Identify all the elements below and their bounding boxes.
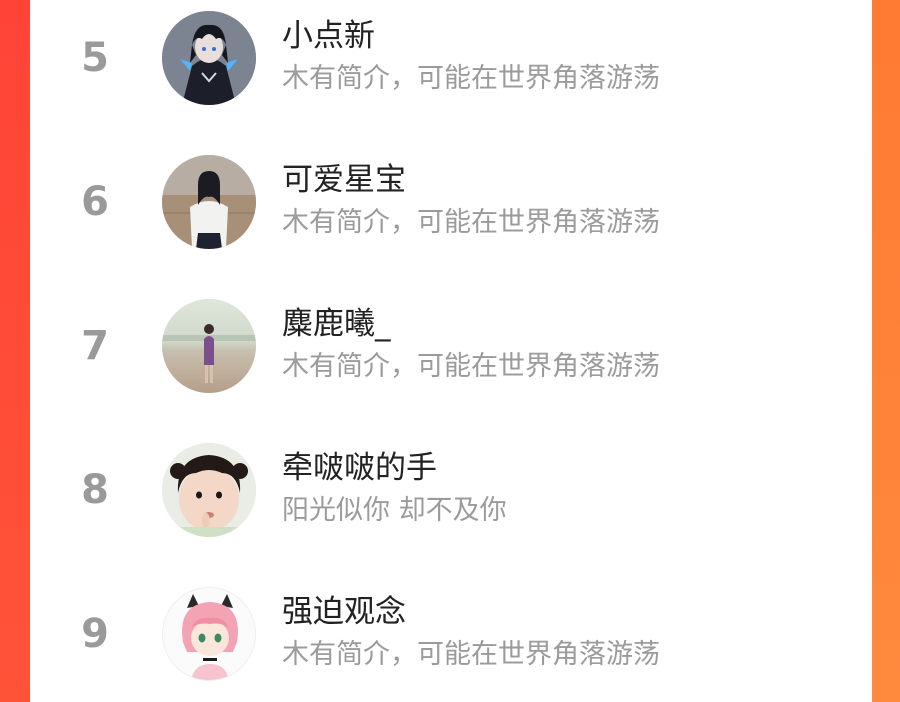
avatar-image bbox=[162, 443, 256, 537]
avatar-image bbox=[162, 11, 256, 105]
anime-pink-hair-girl-avatar[interactable] bbox=[162, 587, 256, 681]
rank-number: 6 bbox=[81, 179, 109, 225]
ranking-row-6[interactable]: 6 可爱星宝 木有简介，可能在世界角落游荡 bbox=[30, 142, 872, 262]
ranking-row-5[interactable]: 5 小点新 木有简介，可能在世界角落游荡 bbox=[30, 0, 872, 118]
user-bio: 木有简介，可能在世界角落游荡 bbox=[282, 63, 660, 94]
anime-dark-haired-character-avatar[interactable] bbox=[162, 11, 256, 105]
ranking-row-8[interactable]: 8 牵啵啵的手 阳光似你 却不及你 bbox=[30, 430, 872, 550]
ranking-row-7[interactable]: 7 麋鹿曦_ 木有简介，可能在世界角落游荡 bbox=[30, 286, 872, 406]
user-bio: 木有简介，可能在世界角落游荡 bbox=[282, 639, 660, 670]
left-frame-border bbox=[0, 0, 30, 702]
person-on-beach-avatar[interactable] bbox=[162, 299, 256, 393]
user-bio: 木有简介，可能在世界角落游荡 bbox=[282, 351, 660, 382]
girl-white-shirt-avatar[interactable] bbox=[162, 155, 256, 249]
user-name[interactable]: 强迫观念 bbox=[282, 586, 406, 631]
avatar-image bbox=[162, 155, 256, 249]
rank-number: 9 bbox=[81, 611, 109, 657]
ranking-list: 5 小点新 木有简介，可能在世界角落游荡 6 可爱星宝 木有简介，可能在世界角落… bbox=[30, 0, 872, 702]
user-name[interactable]: 可爱星宝 bbox=[282, 154, 406, 199]
user-name[interactable]: 小点新 bbox=[282, 10, 375, 55]
ranking-row-9[interactable]: 9 强迫观念 木有简介，可能在世界角落游荡 bbox=[30, 574, 872, 694]
user-name[interactable]: 麋鹿曦_ bbox=[282, 298, 391, 343]
user-bio: 木有简介，可能在世界角落游荡 bbox=[282, 207, 660, 238]
avatar-image bbox=[163, 588, 255, 680]
right-frame-border bbox=[872, 0, 900, 702]
avatar-image bbox=[162, 299, 256, 393]
rank-number: 5 bbox=[81, 35, 109, 81]
user-bio: 阳光似你 却不及你 bbox=[282, 495, 507, 526]
toddler-photo-avatar[interactable] bbox=[162, 443, 256, 537]
rank-number: 7 bbox=[81, 323, 109, 369]
user-name[interactable]: 牵啵啵的手 bbox=[282, 442, 437, 487]
rank-number: 8 bbox=[81, 467, 109, 513]
